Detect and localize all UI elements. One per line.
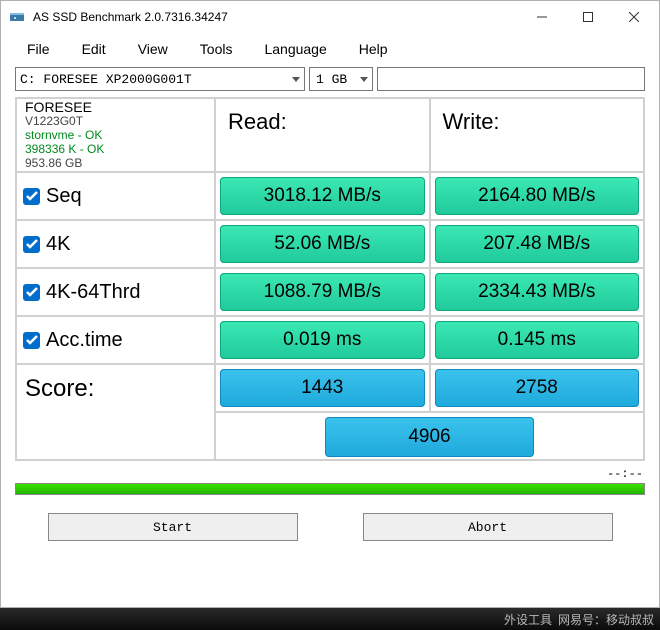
app-title: AS SSD Benchmark 2.0.7316.34247 bbox=[33, 10, 519, 24]
drive-capacity: 953.86 GB bbox=[25, 157, 206, 171]
4k-read: 52.06 MB/s bbox=[220, 225, 425, 263]
taskbar: 外设工具 网易号：移动叔叔 bbox=[0, 608, 660, 630]
row-acc-label: Acc.time bbox=[16, 316, 215, 364]
menu-language[interactable]: Language bbox=[248, 37, 342, 61]
button-row: Start Abort bbox=[1, 505, 659, 551]
menu-help[interactable]: Help bbox=[343, 37, 404, 61]
titlebar: AS SSD Benchmark 2.0.7316.34247 bbox=[1, 1, 659, 33]
4k64-read: 1088.79 MB/s bbox=[220, 273, 425, 311]
minimize-button[interactable] bbox=[519, 1, 565, 33]
4k64-write: 2334.43 MB/s bbox=[435, 273, 640, 311]
drive-driver-status: stornvme - OK bbox=[25, 129, 206, 143]
main-window: AS SSD Benchmark 2.0.7316.34247 File Edi… bbox=[0, 0, 660, 608]
menu-edit[interactable]: Edit bbox=[66, 37, 122, 61]
menubar: File Edit View Tools Language Help bbox=[1, 33, 659, 65]
results-table: FORESEE V1223G0T stornvme - OK 398336 K … bbox=[15, 97, 645, 461]
footer-right: 网易号：移动叔叔 bbox=[558, 611, 654, 628]
acc-write: 0.145 ms bbox=[435, 321, 640, 359]
checkbox-acc[interactable] bbox=[23, 332, 40, 349]
maximize-button[interactable] bbox=[565, 1, 611, 33]
menu-file[interactable]: File bbox=[11, 37, 66, 61]
checkbox-4k[interactable] bbox=[23, 236, 40, 253]
progress-time: --:-- bbox=[607, 467, 643, 481]
seq-read: 3018.12 MB/s bbox=[220, 177, 425, 215]
row-seq-label: Seq bbox=[16, 172, 215, 220]
toolbar: C: FORESEE XP2000G001T 1 GB bbox=[1, 65, 659, 97]
score-total: 4906 bbox=[325, 417, 535, 457]
row-4k64-label: 4K-64Thrd bbox=[16, 268, 215, 316]
start-button[interactable]: Start bbox=[48, 513, 298, 541]
drive-model: FORESEE bbox=[25, 99, 206, 115]
size-select[interactable]: 1 GB bbox=[309, 67, 373, 91]
app-icon bbox=[9, 9, 25, 25]
drive-select[interactable]: C: FORESEE XP2000G001T bbox=[15, 67, 305, 91]
row-4k-label: 4K bbox=[16, 220, 215, 268]
menu-tools[interactable]: Tools bbox=[184, 37, 249, 61]
column-read: Read: bbox=[215, 98, 430, 172]
drive-alignment-status: 398336 K - OK bbox=[25, 143, 206, 157]
progress-section: --:-- bbox=[15, 465, 645, 501]
checkbox-seq[interactable] bbox=[23, 188, 40, 205]
acc-read: 0.019 ms bbox=[220, 321, 425, 359]
close-button[interactable] bbox=[611, 1, 657, 33]
seq-write: 2164.80 MB/s bbox=[435, 177, 640, 215]
footer-left: 外设工具 bbox=[504, 611, 552, 628]
drive-firmware: V1223G0T bbox=[25, 115, 206, 129]
score-label: Score: bbox=[16, 364, 215, 460]
score-read: 1443 bbox=[220, 369, 425, 407]
score-write: 2758 bbox=[435, 369, 640, 407]
path-input[interactable] bbox=[377, 67, 645, 91]
drive-info: FORESEE V1223G0T stornvme - OK 398336 K … bbox=[16, 98, 215, 172]
progress-bar bbox=[15, 483, 645, 495]
column-write: Write: bbox=[430, 98, 645, 172]
abort-button[interactable]: Abort bbox=[363, 513, 613, 541]
menu-view[interactable]: View bbox=[122, 37, 184, 61]
checkbox-4k64[interactable] bbox=[23, 284, 40, 301]
4k-write: 207.48 MB/s bbox=[435, 225, 640, 263]
